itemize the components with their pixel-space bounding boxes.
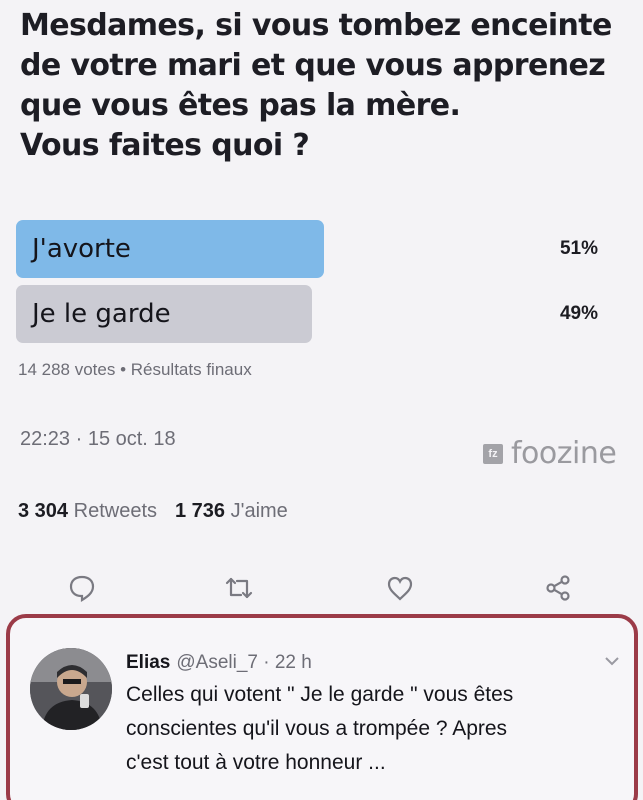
likes-count[interactable]: 1 736 (175, 500, 225, 522)
poll-option-label: Je le garde (32, 299, 171, 329)
like-icon[interactable] (380, 568, 420, 608)
reply-tweet[interactable]: Elias @Aseli_7 · 22 h Celles qui votent "… (6, 614, 638, 800)
poll-option-2: Je le garde 49% (16, 285, 628, 343)
poll-meta: 14 288 votes • Résultats finaux (18, 360, 252, 379)
reply-handle-time[interactable]: @Aseli_7 · 22 h (176, 652, 311, 673)
watermark-logo-icon: fz (483, 443, 503, 464)
reply-line: conscientes qu'il vous a trompée ? Apres (126, 717, 508, 740)
tweet-line: que vous êtes pas la mère. (20, 88, 461, 123)
likes-label[interactable]: J'aime (231, 500, 288, 522)
tweet-line: Mesdames, si vous tombez enceinte (20, 8, 612, 43)
reply-header: Elias @Aseli_7 · 22 h (126, 652, 312, 674)
poll-option-1: J'avorte 51% (16, 220, 628, 278)
poll-option-percent: 51% (559, 238, 598, 259)
reply-icon[interactable] (62, 568, 102, 608)
watermark: fz foozine (483, 436, 617, 471)
poll-option-percent: 49% (559, 303, 598, 324)
share-icon[interactable] (538, 568, 578, 608)
tweet-line: Vous faites quoi ? (20, 128, 310, 163)
tweet-text: Mesdames, si vous tombez enceinte de vot… (20, 6, 630, 166)
action-bar (0, 568, 643, 608)
retweet-icon[interactable] (219, 568, 259, 608)
tweet-timestamp[interactable]: 22:23 · 15 oct. 18 (20, 428, 176, 451)
reply-line: c'est tout à votre honneur ... (126, 751, 386, 774)
retweets-label[interactable]: Retweets (74, 500, 157, 522)
avatar[interactable] (30, 648, 112, 730)
retweets-count[interactable]: 3 304 (18, 500, 68, 522)
tweet-line: de votre mari et que vous apprenez (20, 48, 606, 83)
reply-author-name[interactable]: Elias (126, 652, 170, 673)
chevron-down-icon[interactable] (604, 654, 620, 672)
watermark-text: foozine (511, 436, 617, 471)
reply-line: Celles qui votent " Je le garde " vous ê… (126, 683, 514, 706)
engagement-stats: 3 304 Retweets 1 736 J'aime (18, 500, 288, 523)
poll-option-label: J'avorte (32, 234, 131, 264)
reply-text: Celles qui votent " Je le garde " vous ê… (126, 678, 626, 780)
